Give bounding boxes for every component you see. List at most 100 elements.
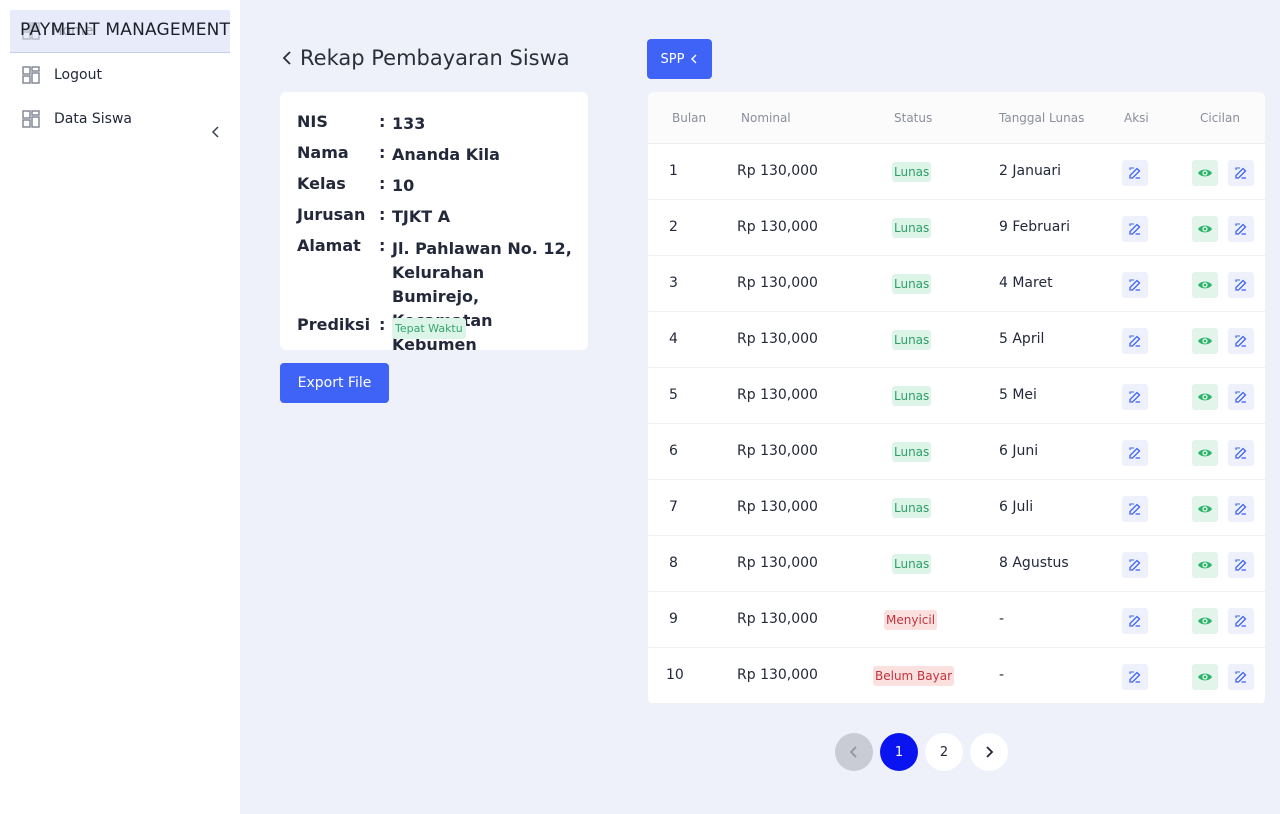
eye-icon (1198, 169, 1212, 177)
month-cell: 7 (669, 499, 678, 515)
edit-button[interactable] (1122, 384, 1148, 410)
edit-button[interactable] (1122, 496, 1148, 522)
edit-button[interactable] (1122, 664, 1148, 690)
sidebar: Home PAYMENT MANAGEMENT Logout Data Sisw… (0, 0, 240, 814)
status-badge: Lunas (892, 554, 932, 574)
spp-filter-label: SPP (660, 51, 685, 67)
page-button-1[interactable]: 1 (880, 733, 918, 771)
eye-icon (1198, 617, 1212, 625)
info-row-kelas: Kelas : 10 (297, 174, 576, 198)
edit-installment-button[interactable] (1228, 384, 1254, 410)
edit-icon (1129, 167, 1141, 179)
edit-installment-button[interactable] (1228, 216, 1254, 242)
info-row-nis: NIS : 133 (297, 112, 576, 136)
paid-date-cell: 5 April (999, 331, 1045, 347)
view-installment-button[interactable] (1192, 664, 1218, 690)
edit-button[interactable] (1122, 216, 1148, 242)
info-colon: : (379, 143, 386, 162)
view-installment-button[interactable] (1192, 272, 1218, 298)
edit-button[interactable] (1122, 552, 1148, 578)
month-cell: 5 (669, 387, 678, 403)
chevron-left-icon (691, 54, 697, 64)
edit-installment-button[interactable] (1228, 160, 1254, 186)
page-title[interactable]: Rekap Pembayaran Siswa (280, 46, 570, 70)
export-file-button[interactable]: Export File (280, 363, 389, 403)
edit-button[interactable] (1122, 440, 1148, 466)
sidebar-item-label: Data Siswa (54, 111, 132, 127)
edit-icon (1235, 391, 1247, 403)
alamat-line: Kelurahan Bumirejo, (392, 263, 485, 306)
edit-icon (1129, 503, 1141, 515)
status-badge: Lunas (892, 330, 932, 350)
edit-installment-button[interactable] (1228, 552, 1254, 578)
edit-installment-button[interactable] (1228, 496, 1254, 522)
view-installment-button[interactable] (1192, 216, 1218, 242)
paid-date-cell: 8 Agustus (999, 555, 1069, 571)
status-badge: Menyicil (884, 610, 938, 630)
prev-page-button[interactable] (835, 733, 873, 771)
info-row-nama: Nama : Ananda Kila (297, 143, 576, 167)
edit-button[interactable] (1122, 328, 1148, 354)
nominal-cell: Rp 130,000 (737, 499, 818, 515)
next-page-button[interactable] (970, 733, 1008, 771)
month-cell: 6 (669, 443, 678, 459)
edit-installment-button[interactable] (1228, 272, 1254, 298)
app-title: PAYMENT MANAGEMENT (20, 20, 231, 40)
month-cell: 10 (666, 667, 684, 683)
eye-icon (1198, 673, 1212, 681)
paid-date-cell: 6 Juni (999, 443, 1039, 459)
edit-icon (1235, 559, 1247, 571)
info-colon: : (379, 174, 386, 193)
edit-installment-button[interactable] (1228, 328, 1254, 354)
info-label: NIS (297, 112, 328, 131)
eye-icon (1198, 225, 1212, 233)
month-cell: 1 (669, 163, 678, 179)
column-header: Nominal (741, 111, 791, 125)
eye-icon (1198, 449, 1212, 457)
status-badge: Lunas (892, 386, 932, 406)
view-installment-button[interactable] (1192, 384, 1218, 410)
nominal-cell: Rp 130,000 (737, 443, 818, 459)
edit-installment-button[interactable] (1228, 608, 1254, 634)
status-badge: Belum Bayar (873, 666, 955, 686)
view-installment-button[interactable] (1192, 160, 1218, 186)
info-colon: : (379, 205, 386, 224)
student-info-card: NIS : 133 Nama : Ananda Kila Kelas : 10 … (280, 92, 588, 354)
spp-filter-button[interactable]: SPP (647, 39, 712, 79)
column-header: Aksi (1124, 111, 1149, 125)
edit-icon (1129, 391, 1141, 403)
edit-icon (1235, 503, 1247, 515)
column-header: Status (894, 111, 933, 125)
table-row: 10 Rp 130,000 Belum Bayar - (648, 648, 1265, 704)
edit-installment-button[interactable] (1228, 440, 1254, 466)
edit-installment-button[interactable] (1228, 664, 1254, 690)
sidebar-item-data-siswa[interactable]: Data Siswa (22, 110, 132, 128)
chevron-left-icon[interactable] (208, 124, 224, 140)
table-row: 1 Rp 130,000 Lunas 2 Januari (648, 144, 1265, 200)
view-installment-button[interactable] (1192, 328, 1218, 354)
view-installment-button[interactable] (1192, 552, 1218, 578)
edit-icon (1235, 335, 1247, 347)
page-button-2[interactable]: 2 (925, 733, 963, 771)
info-colon: : (379, 315, 386, 334)
table-row: 6 Rp 130,000 Lunas 6 Juni (648, 424, 1265, 480)
info-label: Prediksi (297, 315, 371, 334)
nominal-cell: Rp 130,000 (737, 387, 818, 403)
column-header: Bulan (672, 111, 707, 125)
paid-date-cell: - (999, 611, 1005, 627)
edit-button[interactable] (1122, 160, 1148, 186)
edit-icon (1129, 559, 1141, 571)
paid-date-cell: - (999, 667, 1005, 683)
view-installment-button[interactable] (1192, 496, 1218, 522)
edit-icon (1129, 223, 1141, 235)
paid-date-cell: 6 Juli (999, 499, 1034, 515)
edit-button[interactable] (1122, 272, 1148, 298)
view-installment-button[interactable] (1192, 608, 1218, 634)
sidebar-item-logout[interactable]: Logout (22, 66, 102, 84)
view-installment-button[interactable] (1192, 440, 1218, 466)
info-label: Jurusan (297, 205, 366, 224)
chevron-right-icon (986, 746, 994, 758)
edit-button[interactable] (1122, 608, 1148, 634)
table-row: 7 Rp 130,000 Lunas 6 Juli (648, 480, 1265, 536)
eye-icon (1198, 281, 1212, 289)
